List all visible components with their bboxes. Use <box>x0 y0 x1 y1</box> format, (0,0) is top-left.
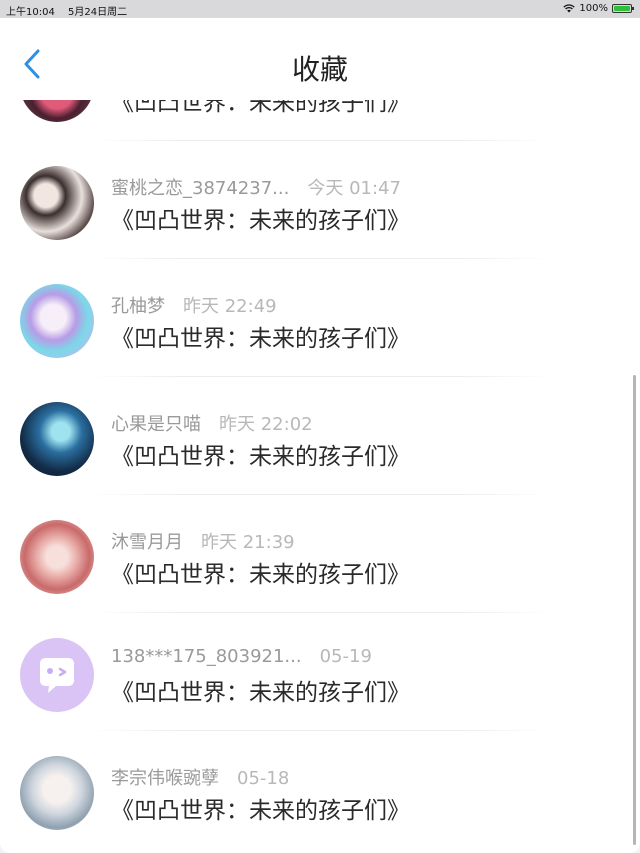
item-message: 《凹凸世界：未来的孩子们》 <box>111 208 410 234</box>
item-message: 《凹凸世界：未来的孩子们》 <box>111 562 410 588</box>
list-item[interactable]: 心果是只喵 昨天 22:02 《凹凸世界：未来的孩子们》 <box>0 377 640 495</box>
favorites-list[interactable]: 《凹凸世界：未来的孩子们》 蜜桃之恋_3874237... 今天 01:47 《凹… <box>0 100 640 853</box>
status-right: 100% <box>563 3 634 14</box>
list-item[interactable]: 沐雪月月 昨天 21:39 《凹凸世界：未来的孩子们》 <box>0 495 640 613</box>
item-time: 05-19 <box>319 646 372 667</box>
user-name: 心果是只喵 <box>111 414 201 435</box>
user-name: 李宗伟喉豌孽 <box>111 768 219 789</box>
list-item[interactable]: 李宗伟喉豌孽 05-18 《凹凸世界：未来的孩子们》 <box>0 731 640 849</box>
avatar <box>20 402 94 476</box>
status-date: 5月24日周二 <box>68 7 128 18</box>
page-title: 收藏 <box>291 53 348 86</box>
list-item[interactable]: 孔柚梦 昨天 22:49 《凹凸世界：未来的孩子们》 <box>0 259 640 377</box>
item-message: 《凹凸世界：未来的孩子们》 <box>111 680 410 706</box>
item-message: 《凹凸世界：未来的孩子们》 <box>111 444 410 470</box>
chat-bubble-icon <box>40 658 74 693</box>
avatar <box>20 638 94 712</box>
status-bar: 上午10:04 5月24日周二 100% <box>0 0 640 18</box>
wifi-icon <box>563 4 576 13</box>
item-meta: 蜜桃之恋_3874237... 今天 01:47 <box>111 174 401 200</box>
avatar <box>20 100 94 122</box>
item-time: 昨天 21:39 <box>201 532 295 553</box>
avatar <box>20 166 94 240</box>
scrollbar[interactable] <box>633 375 636 845</box>
item-time: 05-18 <box>237 768 290 789</box>
item-meta: 138***175_803921... 05-19 <box>111 646 372 667</box>
item-meta: 心果是只喵 昨天 22:02 <box>111 410 313 436</box>
user-name: 蜜桃之恋_3874237... <box>111 178 290 199</box>
avatar <box>20 756 94 830</box>
user-name: 孔柚梦 <box>111 296 165 317</box>
item-meta: 孔柚梦 昨天 22:49 <box>111 292 277 318</box>
item-time: 昨天 22:49 <box>183 296 277 317</box>
status-left: 上午10:04 5月24日周二 <box>6 3 127 18</box>
item-time: 昨天 22:02 <box>219 414 313 435</box>
item-message: 《凹凸世界：未来的孩子们》 <box>111 100 410 116</box>
battery-icon <box>612 4 634 13</box>
item-meta: 沐雪月月 昨天 21:39 <box>111 528 295 554</box>
status-time: 上午10:04 <box>6 7 55 18</box>
user-name: 沐雪月月 <box>111 532 183 553</box>
item-message: 《凹凸世界：未来的孩子们》 <box>111 326 410 352</box>
user-name: 138***175_803921... <box>111 646 302 667</box>
item-time: 今天 01:47 <box>307 178 401 199</box>
item-message: 《凹凸世界：未来的孩子们》 <box>111 798 410 824</box>
avatar <box>20 520 94 594</box>
avatar <box>20 284 94 358</box>
list-item[interactable]: 蜜桃之恋_3874237... 今天 01:47 《凹凸世界：未来的孩子们》 <box>0 141 640 259</box>
battery-percent: 100% <box>579 3 608 14</box>
item-meta: 李宗伟喉豌孽 05-18 <box>111 764 289 790</box>
list-item[interactable]: 138***175_803921... 05-19 《凹凸世界：未来的孩子们》 <box>0 613 640 731</box>
list-item[interactable]: 《凹凸世界：未来的孩子们》 <box>0 100 640 141</box>
nav-bar: 收藏 <box>0 18 640 100</box>
